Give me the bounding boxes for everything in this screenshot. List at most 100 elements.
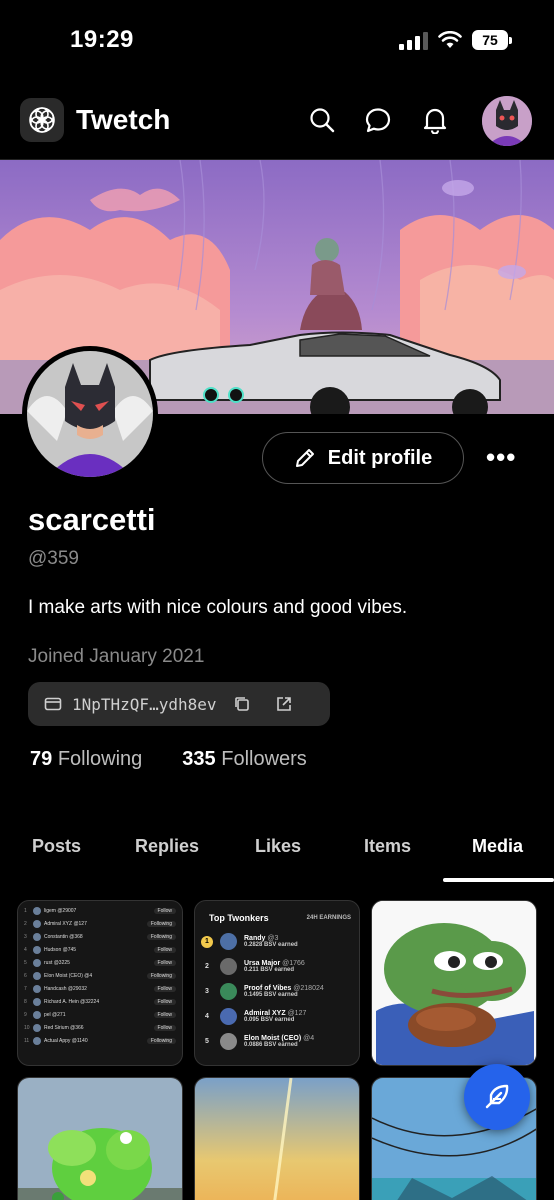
leaderboard-follow-button: Follow — [153, 1024, 176, 1031]
leaderboard-list: 1 ligem @29007 Follow 2 Admiral XYZ @127 Foll… — [18, 901, 182, 1047]
header-avatar[interactable] — [482, 96, 532, 146]
leaderboard-follow-button: Follow — [153, 959, 176, 966]
media-thumbnail[interactable]: Top Twonkers 24H EARNINGS 1 Randy @3 0.282… — [194, 900, 360, 1066]
twonker-avatar — [220, 1033, 237, 1050]
twonkers-list: 1 Randy @3 0.2828 BSV earned 2 Ursa Major @1… — [195, 929, 359, 1054]
more-options-button[interactable]: ••• — [486, 444, 516, 470]
twonker-name: Ursa Major @1766 — [244, 960, 305, 967]
leaderboard-name: rust @3225 — [44, 959, 70, 966]
leaderboard-follow-button: Follow — [153, 907, 176, 914]
media-thumbnail[interactable]: 1 ligem @29007 Follow 2 Admiral XYZ @127 Foll… — [17, 900, 183, 1066]
feather-icon — [485, 1084, 509, 1109]
external-link-icon[interactable] — [275, 695, 293, 713]
twonker-name: Randy @3 — [244, 935, 279, 942]
wallet-icon — [44, 697, 62, 711]
leaderboard-name: ligem @29007 — [44, 907, 77, 914]
twonker-handle: @1766 — [282, 960, 305, 967]
twonker-avatar — [220, 1008, 237, 1025]
signal-icon — [399, 30, 428, 50]
copy-icon[interactable] — [233, 695, 251, 713]
leaderboard-name: Richard A. Hein @32224 — [44, 998, 100, 1005]
app-title: Twetch — [76, 104, 171, 135]
followers-link[interactable]: 335 Followers — [182, 748, 307, 771]
leaderboard-rank: 1 — [24, 907, 27, 914]
wallet-address: 1NpTHzQF…ydh8ev — [72, 694, 217, 714]
twonker-rank: 1 — [201, 935, 213, 948]
status-time: 19:29 — [70, 26, 134, 53]
leaderboard-rank: 9 — [24, 1011, 27, 1018]
leaderboard-rank: 10 — [24, 1024, 30, 1031]
leaderboard-row: 11 Actual Appy @1140 Following — [18, 1034, 182, 1047]
twonkers-subtitle: 24H EARNINGS — [306, 915, 351, 921]
leaderboard-follow-button: Following — [146, 920, 176, 927]
leaderboard-avatar — [33, 906, 41, 915]
leaderboard-avatar — [33, 997, 41, 1006]
display-name: scarcetti — [28, 502, 156, 537]
twonker-row: 4 Admiral XYZ @127 0.095 BSV earned — [195, 1004, 359, 1029]
edit-profile-button[interactable]: Edit profile — [262, 432, 464, 484]
tab-likes[interactable]: Likes — [255, 836, 301, 857]
tab-media[interactable]: Media — [472, 836, 523, 857]
leaderboard-name: Admiral XYZ @127 — [44, 920, 87, 927]
leaderboard-rank: 6 — [24, 972, 27, 979]
leaderboard-follow-button: Follow — [153, 998, 176, 1005]
leaderboard-follow-button: Follow — [153, 985, 176, 992]
profile-avatar[interactable] — [22, 346, 158, 482]
leaderboard-avatar — [33, 971, 41, 980]
media-thumbnail[interactable] — [17, 1077, 183, 1200]
leaderboard-rank: 11 — [24, 1037, 30, 1044]
twonker-handle: @127 — [287, 1010, 307, 1017]
twonker-rank: 4 — [205, 1013, 209, 1020]
bell-icon[interactable] — [421, 106, 449, 134]
leaderboard-row: 10 Red Sirium @366 Follow — [18, 1021, 182, 1034]
leaderboard-follow-button: Following — [146, 972, 176, 979]
profile-tabs: Posts Replies Likes Items Media — [0, 826, 554, 884]
leaderboard-rank: 8 — [24, 998, 27, 1005]
twonker-row: 3 Proof of Vibes @218024 0.1495 BSV earned — [195, 979, 359, 1004]
following-link[interactable]: 79 Following — [30, 748, 142, 771]
twonker-name: Admiral XYZ @127 — [244, 1010, 307, 1017]
leaderboard-avatar — [33, 919, 41, 928]
leaderboard-name: Red Sirium @366 — [44, 1024, 84, 1031]
media-thumbnail[interactable] — [371, 900, 537, 1066]
twonker-name: Proof of Vibes @218024 — [244, 985, 324, 992]
leaderboard-avatar — [33, 932, 41, 941]
chat-icon[interactable] — [364, 106, 392, 134]
followers-label: Followers — [221, 748, 307, 770]
leaderboard-row: 9 pel @271 Follow — [18, 1008, 182, 1021]
twonkers-header: Top Twonkers 24H EARNINGS — [195, 901, 359, 929]
leaderboard-name: Actual Appy @1140 — [44, 1037, 88, 1044]
tab-items[interactable]: Items — [364, 836, 411, 857]
active-tab-indicator — [443, 878, 554, 882]
leaderboard-row: 6 Elon Moist (CEO) @4 Following — [18, 969, 182, 982]
tab-replies[interactable]: Replies — [135, 836, 199, 857]
twetch-logo-icon[interactable] — [20, 98, 64, 142]
follow-stats: 79 Following 335 Followers — [30, 748, 307, 771]
leaderboard-avatar — [33, 945, 41, 954]
twonker-rank: 3 — [205, 988, 209, 995]
tab-posts[interactable]: Posts — [32, 836, 81, 857]
leaderboard-rank: 5 — [24, 959, 27, 966]
media-thumbnail[interactable] — [194, 1077, 360, 1200]
leaderboard-row: 1 ligem @29007 Follow — [18, 904, 182, 917]
twonker-handle: @3 — [267, 935, 279, 942]
app-header: Twetch — [0, 84, 554, 160]
twonker-name: Elon Moist (CEO) @4 — [244, 1035, 315, 1042]
leaderboard-row: 8 Richard A. Hein @32224 Follow — [18, 995, 182, 1008]
profile-bio: I make arts with nice colours and good v… — [28, 597, 408, 618]
pencil-icon — [295, 449, 314, 467]
following-label: Following — [57, 748, 143, 770]
twonker-handle: @4 — [303, 1035, 315, 1042]
leaderboard-row: 5 rust @3225 Follow — [18, 956, 182, 969]
leaderboard-avatar — [33, 1010, 41, 1019]
search-icon[interactable] — [308, 106, 336, 134]
compose-button[interactable] — [464, 1064, 530, 1130]
leaderboard-row: 3 Constantin @368 Following — [18, 930, 182, 943]
twonker-rank: 2 — [205, 963, 209, 970]
leaderboard-avatar — [33, 958, 41, 967]
leaderboard-rank: 7 — [24, 985, 27, 992]
joined-date: Joined January 2021 — [28, 646, 205, 667]
edit-profile-label: Edit profile — [327, 446, 433, 469]
leaderboard-name: Hudson @745 — [44, 946, 77, 953]
leaderboard-rank: 4 — [24, 946, 27, 953]
